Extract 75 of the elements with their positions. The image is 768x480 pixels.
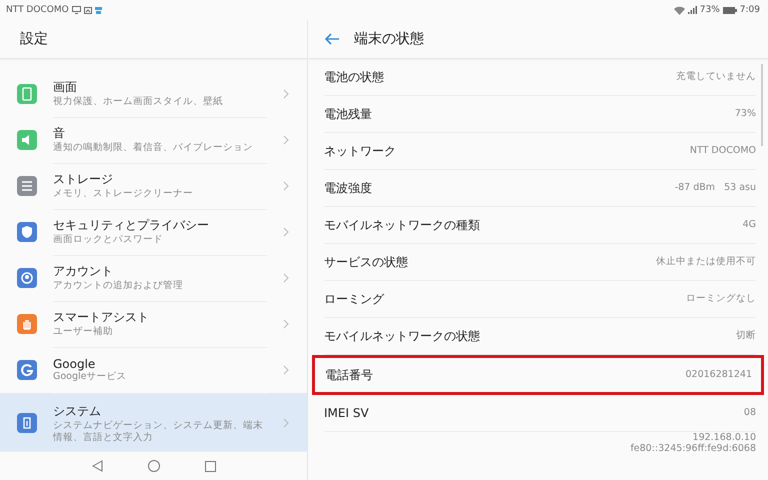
home-circle-icon[interactable]	[148, 460, 160, 472]
chevron-icon	[283, 418, 289, 428]
image-icon	[84, 6, 92, 14]
clock-time: 7:09	[740, 5, 760, 15]
chevron-icon	[283, 135, 289, 145]
battery-percent: 73%	[700, 5, 720, 15]
back-triangle-icon[interactable]	[92, 460, 102, 472]
signal-icon	[688, 6, 697, 14]
phone-screen-icon	[17, 84, 37, 104]
chevron-icon	[283, 273, 289, 283]
recents-square-icon[interactable]	[204, 460, 216, 472]
status-value: 切断	[736, 330, 756, 342]
item-subtitle: メモリ、ストレージクリーナー	[53, 188, 194, 200]
item-subtitle: 画面ロックとパスワード	[53, 234, 164, 246]
item-title: 音	[53, 125, 66, 142]
settings-title: 設定	[0, 20, 307, 59]
info-icon	[17, 413, 37, 433]
status-label: モバイルネットワークの種類	[324, 216, 480, 234]
speaker-icon	[17, 130, 37, 150]
status-label: モバイルネットワークの状態	[324, 328, 480, 344]
page-title: 端末の状態	[354, 30, 424, 48]
person-icon	[17, 268, 37, 288]
status-value: ローミングなし	[686, 293, 756, 305]
status-value: 休止中または使用不可	[656, 256, 756, 268]
item-title: システム	[53, 402, 102, 420]
chevron-icon	[283, 319, 289, 329]
status-value: NTT DOCOMO	[690, 145, 756, 157]
item-subtitle: ユーザー補助	[53, 326, 114, 338]
status-label: 電池の状態	[324, 68, 384, 86]
item-subtitle: Googleサービス	[53, 370, 128, 382]
status-label: IMEI SV	[324, 406, 369, 420]
item-subtitle: 通知の鳴動制限、着信音、バイブレーション	[53, 142, 254, 154]
wifi-icon	[674, 6, 685, 14]
chevron-icon	[283, 227, 289, 237]
chevron-icon	[283, 181, 289, 191]
back-arrow-icon[interactable]	[324, 33, 340, 45]
status-value: 4G	[742, 219, 756, 231]
item-title: セキュリティとプライバシー	[53, 217, 210, 234]
item-title: ストレージ	[53, 171, 114, 188]
battery-icon	[722, 6, 737, 14]
carrier-name: NTT DOCOMO	[6, 5, 69, 15]
list-icon	[17, 176, 37, 196]
screen-icon	[72, 6, 81, 14]
settings-item[interactable]: 画面 視力保護、ホーム画面スタイル、壁紙	[0, 71, 307, 117]
settings-item[interactable]: セキュリティとプライバシー 画面ロックとパスワード	[0, 209, 307, 255]
status-label: 電波強度	[324, 180, 372, 196]
status-label: 電池残量	[324, 106, 372, 122]
settings-item[interactable]: アカウント アカウントの追加および管理	[0, 255, 307, 301]
item-subtitle: アカウントの追加および管理	[53, 280, 184, 292]
item-title: アカウント	[53, 263, 114, 280]
chevron-icon	[283, 365, 289, 375]
settings-item[interactable]: システム システムナビゲーション、システム更新、端末情報、言語と文字入力	[0, 393, 307, 451]
shield-icon	[17, 222, 37, 242]
item-title: 画面	[53, 79, 78, 96]
status-value: 192.168.0.10 fe80::3245:96ff:fe9d:6068	[630, 432, 756, 453]
item-title: Google	[53, 356, 96, 371]
status-value: -87 dBm 53 asu	[674, 182, 756, 194]
settings-item[interactable]: 音 通知の鳴動制限、着信音、バイブレーション	[0, 117, 307, 163]
hand-icon	[17, 314, 37, 334]
status-value: 73%	[734, 108, 756, 120]
status-label: ネットワーク	[324, 142, 396, 160]
app-icon	[94, 6, 102, 14]
settings-item[interactable]: スマートアシスト ユーザー補助	[0, 301, 307, 347]
item-title: スマートアシスト	[53, 309, 150, 326]
item-subtitle: システムナビゲーション、システム更新、端末情報、言語と文字入力	[53, 420, 264, 444]
settings-item[interactable]: ストレージ メモリ、ストレージクリーナー	[0, 163, 307, 209]
g-letter-icon	[17, 360, 37, 380]
status-value: 08	[744, 407, 756, 419]
status-label: サービスの状態	[324, 254, 408, 270]
status-label: ローミング	[324, 290, 384, 308]
item-subtitle: 視力保護、ホーム画面スタイル、壁紙	[53, 96, 224, 108]
status-label: 電話番号	[325, 366, 373, 384]
status-value: 02016281241	[686, 369, 752, 381]
status-value: 充電していません	[676, 71, 756, 83]
chevron-icon	[283, 89, 289, 99]
